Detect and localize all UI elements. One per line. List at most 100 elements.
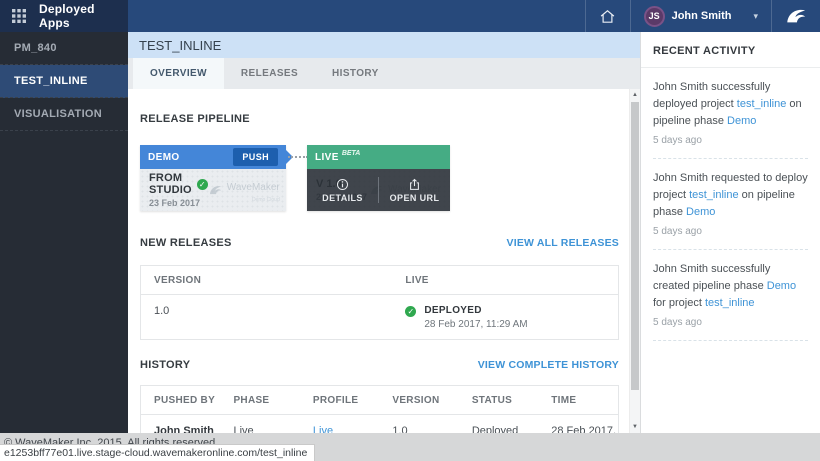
history-table: PUSHED BY PHASE PROFILE VERSION STATUS T… <box>140 385 619 433</box>
scroll-down-arrow[interactable]: ▼ <box>630 421 640 433</box>
new-releases-table-header: VERSION LIVE <box>141 266 618 295</box>
column-header-version: VERSION <box>379 395 458 406</box>
column-header-status: STATUS <box>459 395 538 406</box>
info-icon <box>336 178 349 191</box>
deployed-apps-window: Deployed Apps JS John Smith ▾ <box>0 0 820 461</box>
browser-status-url: e1253bff77e01.live.stage-cloud.wavemaker… <box>0 444 315 461</box>
activity-timestamp: 5 days ago <box>653 226 808 237</box>
column-header-version: VERSION <box>141 275 403 286</box>
activity-text: John Smith successfully created pipeline… <box>653 261 808 312</box>
demo-phase-label: DEMO <box>148 152 180 163</box>
push-button[interactable]: PUSH <box>233 148 278 166</box>
column-header-live: LIVE <box>403 275 618 286</box>
tab-history[interactable]: HISTORY <box>315 58 396 89</box>
deploy-status: DEPLOYED <box>424 305 527 316</box>
view-all-releases-link[interactable]: VIEW ALL RELEASES <box>507 237 620 249</box>
brand-area: Deployed Apps <box>0 0 128 32</box>
demo-card-body: FROM STUDIO ✓ 23 Feb 2017 WaveMaker Demo… <box>140 169 286 211</box>
home-icon <box>599 8 616 25</box>
live-card-header: LIVE BETA <box>307 145 450 169</box>
project-link[interactable]: test_inline <box>737 98 787 110</box>
phase-link[interactable]: Demo <box>727 115 756 127</box>
wavemaker-logo <box>772 0 820 32</box>
release-live-cell: ✓ DEPLOYED 28 Feb 2017, 11:29 AM <box>403 295 618 339</box>
apps-grid-icon[interactable] <box>11 8 27 24</box>
history-profile-link[interactable]: Live <box>300 415 379 433</box>
history-version-cell: 1.0 <box>379 415 458 433</box>
watermark-text: WaveMaker <box>227 182 280 193</box>
history-header-row: HISTORY VIEW COMPLETE HISTORY <box>140 359 619 371</box>
pipeline-card-demo: DEMO PUSH FROM STUDIO ✓ 23 Feb 2017 <box>140 145 286 211</box>
sidebar-item-visualisation[interactable]: VISUALISATION <box>0 98 128 131</box>
deploy-time: 28 Feb 2017, 11:29 AM <box>424 319 527 330</box>
vertical-scrollbar: ▲ ▼ <box>629 89 640 433</box>
avatar: JS <box>644 6 665 27</box>
activity-item: John Smith successfully created pipeline… <box>641 250 820 341</box>
sidebar-item-pm-840[interactable]: PM_840 <box>0 32 128 65</box>
home-button[interactable] <box>586 0 630 32</box>
activity-text: John Smith requested to deploy project t… <box>653 170 808 221</box>
demo-source-label: FROM STUDIO <box>149 172 192 196</box>
new-releases-table: VERSION LIVE 1.0 ✓ DEPLOYED 28 Feb 2017,… <box>140 265 619 340</box>
tab-overview[interactable]: OVERVIEW <box>133 58 224 89</box>
scrollbar-thumb[interactable] <box>631 102 639 390</box>
details-button[interactable]: DETAILS <box>307 169 378 211</box>
phase-link[interactable]: Demo <box>686 206 715 218</box>
history-time-cell: 28 Feb 2017, <box>538 415 617 433</box>
project-link[interactable]: test_inline <box>689 189 739 201</box>
column-header-pushed-by: PUSHED BY <box>141 395 220 406</box>
activity-timestamp: 5 days ago <box>653 317 808 328</box>
project-link[interactable]: test_inline <box>705 297 755 309</box>
demo-date: 23 Feb 2017 <box>149 198 208 208</box>
top-bar-actions: JS John Smith ▾ <box>585 0 820 32</box>
deployed-check-icon: ✓ <box>405 306 416 317</box>
activity-text-part: for project <box>653 297 705 309</box>
history-phase-cell: Live <box>220 415 299 433</box>
live-card-actions-overlay: DETAILS OPEN URL <box>307 169 450 211</box>
column-header-phase: PHASE <box>220 395 299 406</box>
open-url-label: OPEN URL <box>390 193 440 203</box>
success-check-icon: ✓ <box>197 179 208 190</box>
recent-activity-heading: RECENT ACTIVITY <box>641 32 820 68</box>
activity-text-part: John Smith successfully created pipeline… <box>653 263 770 292</box>
beta-badge: BETA <box>342 150 361 157</box>
new-releases-heading: NEW RELEASES <box>140 237 232 249</box>
demo-card-header: DEMO PUSH <box>140 145 286 169</box>
open-url-button[interactable]: OPEN URL <box>379 169 450 211</box>
user-name: John Smith <box>672 10 732 22</box>
open-external-icon <box>408 178 421 191</box>
tab-bar: OVERVIEW RELEASES HISTORY <box>128 58 640 89</box>
live-phase-label: LIVE <box>315 152 339 163</box>
details-label: DETAILS <box>322 193 363 203</box>
scroll-up-arrow[interactable]: ▲ <box>630 89 640 101</box>
history-heading: HISTORY <box>140 359 190 371</box>
release-version-cell: 1.0 <box>141 295 403 339</box>
release-pipeline-heading: RELEASE PIPELINE <box>140 113 250 125</box>
overview-content: RELEASE PIPELINE DEMO PUSH FROM STUDIO ✓… <box>128 89 629 433</box>
column-header-time: TIME <box>538 395 617 406</box>
projects-sidebar: PM_840 TEST_INLINE VISUALISATION <box>0 32 128 433</box>
view-complete-history-link[interactable]: VIEW COMPLETE HISTORY <box>478 359 619 371</box>
page-header: TEST_INLINE <box>128 32 640 58</box>
sidebar-item-test-inline[interactable]: TEST_INLINE <box>0 65 128 98</box>
app-title: Deployed Apps <box>39 2 128 30</box>
table-row: John Smith Live Live 1.0 Deployed 28 Feb… <box>141 415 618 433</box>
phase-link[interactable]: Demo <box>767 280 796 292</box>
main-panel: TEST_INLINE OVERVIEW RELEASES HISTORY RE… <box>128 32 640 433</box>
table-row: 1.0 ✓ DEPLOYED 28 Feb 2017, 11:29 AM <box>141 295 618 339</box>
new-releases-header-row: NEW RELEASES VIEW ALL RELEASES <box>140 237 619 249</box>
wavemaker-watermark: WaveMaker Demo Cloud <box>208 177 280 203</box>
history-status-cell: Deployed <box>459 415 538 433</box>
column-header-profile: PROFILE <box>300 395 379 406</box>
tab-releases[interactable]: RELEASES <box>224 58 315 89</box>
history-table-header: PUSHED BY PHASE PROFILE VERSION STATUS T… <box>141 386 618 415</box>
page-title: TEST_INLINE <box>139 38 221 53</box>
activity-item: John Smith successfully deployed project… <box>641 68 820 159</box>
recent-activity-panel: RECENT ACTIVITY John Smith successfully … <box>640 32 820 433</box>
live-card-body: V 1.0 28 Feb 2017 WaveMaker DETAILS <box>307 169 450 211</box>
pipeline-connector <box>288 156 308 158</box>
chevron-down-icon: ▾ <box>753 11 758 22</box>
history-pushed-by-cell: John Smith <box>141 415 220 433</box>
user-menu[interactable]: JS John Smith ▾ <box>631 0 771 32</box>
activity-item: John Smith requested to deploy project t… <box>641 159 820 250</box>
